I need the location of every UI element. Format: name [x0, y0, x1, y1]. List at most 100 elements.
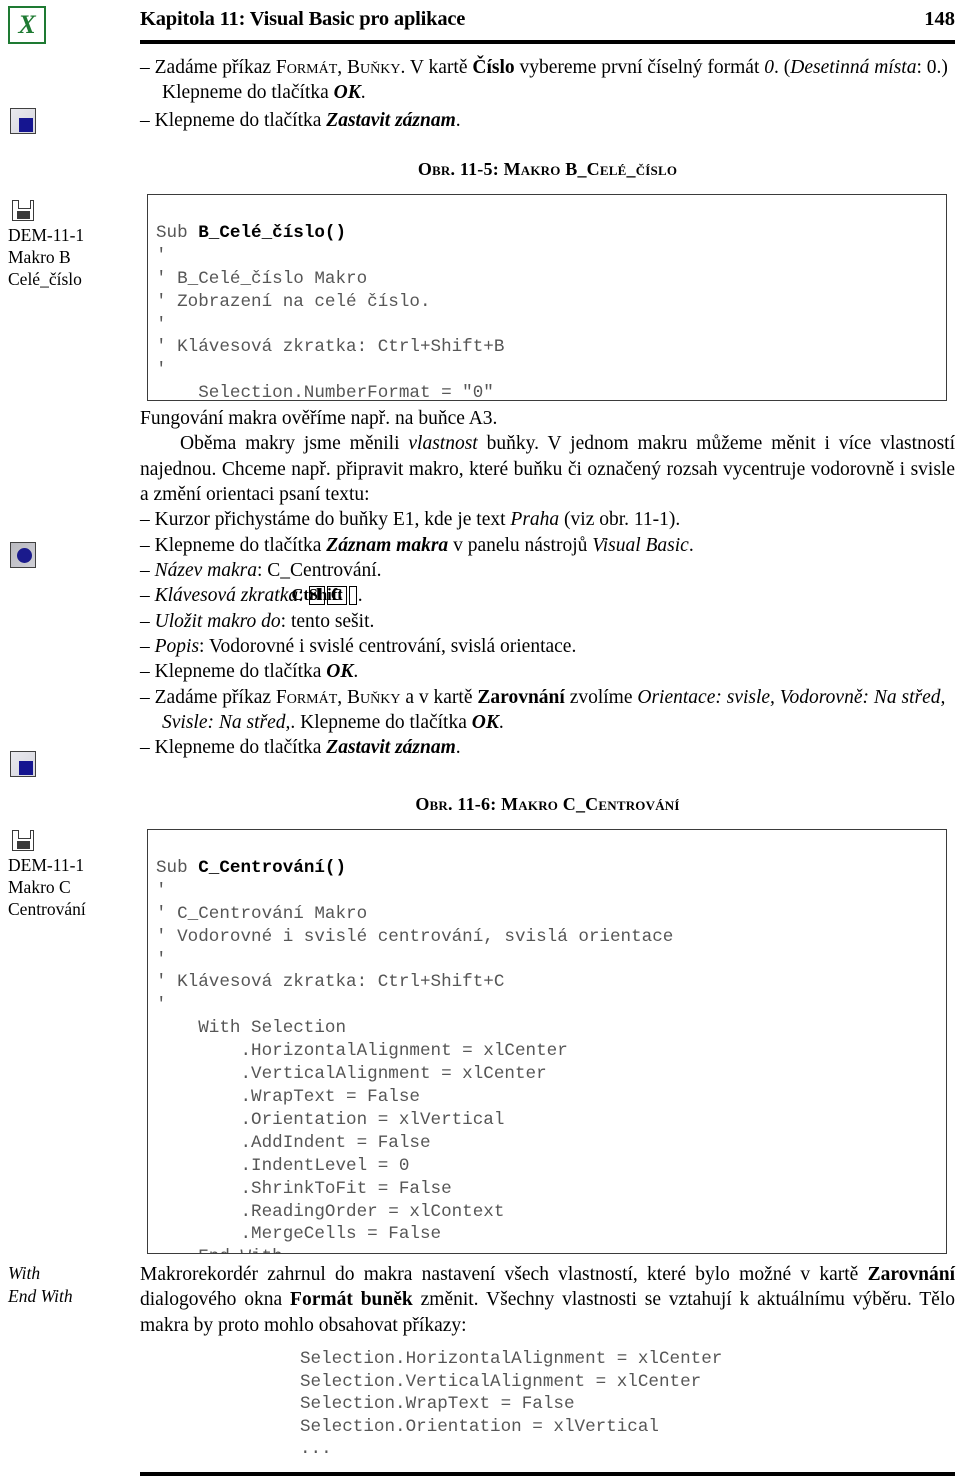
- stop-recording-button-ref: Zastavit záznam: [326, 737, 456, 759]
- header-divider: [140, 40, 955, 44]
- bullet-text: : tento sešit.: [280, 610, 375, 632]
- menu-format: Formát: [275, 686, 338, 708]
- record-macro-icon: [10, 542, 36, 568]
- code-sub-name: B_Celé_číslo(): [198, 222, 347, 243]
- figure-caption-11-5: Obr. 11-5: Makro B_Celé_číslo: [417, 159, 678, 179]
- format-value: 0: [764, 57, 774, 78]
- bullet-text: vybereme první číselný formát: [514, 57, 765, 78]
- key-c: C: [331, 586, 357, 606]
- bullet-text: – Zadáme příkaz: [140, 686, 276, 708]
- bullet-shortcut: – Klávesová zkratka: CtrlShiftC.: [140, 583, 955, 608]
- page-title: Kapitola 11: Visual Basic pro aplikace: [140, 8, 466, 30]
- code-sub-name: C_Centrování(): [198, 857, 347, 878]
- bullet-text: ,: [337, 57, 348, 78]
- document-page: Kapitola 11: Visual Basic pro aplikace 1…: [0, 0, 960, 1484]
- tab-cislo: Číslo: [472, 57, 515, 78]
- bullet-text: .: [455, 737, 461, 759]
- bullet-stop-recording: – Klepneme do tlačítka Zastavit záznam.: [140, 108, 955, 133]
- stop-recording-button-ref: Zastavit záznam: [326, 109, 456, 131]
- bullet-text: –: [140, 585, 155, 607]
- bullet-text: –: [140, 636, 155, 658]
- stop-recording-icon-2: [10, 751, 36, 777]
- bullet-text: – Kurzor přichystáme do buňky E1, kde je…: [140, 509, 511, 531]
- save-floppy-icon: [12, 200, 34, 221]
- bullet-text: . V kartě: [400, 57, 473, 78]
- menu-format: Formát: [275, 57, 338, 78]
- margin-note-with: With End With: [8, 1263, 73, 1307]
- code-body: ' ' C_Centrování Makro ' Vodorovné i svi…: [156, 880, 674, 1253]
- ok-button-ref: OK: [326, 661, 354, 683]
- bullet-text: ,: [337, 686, 348, 708]
- tab-zarovnani: Zarovnání: [477, 686, 565, 708]
- stop-recording-icon: [10, 108, 36, 134]
- para-text: dialogového okna: [140, 1289, 291, 1311]
- save-floppy-icon-2: [12, 830, 34, 851]
- bullet-format-cells: – Zadáme příkaz Formát, Buňky. V kartě Č…: [140, 55, 955, 106]
- code-sample-selection: Selection.HorizontalAlignment = xlCenter…: [300, 1349, 723, 1460]
- bullet-stop-recording-2: – Klepneme do tlačítka Zastavit záznam.: [140, 735, 955, 760]
- menu-cells: Buňky: [347, 686, 401, 708]
- para-text: Oběma makry jsme měnili: [180, 433, 409, 455]
- field-nazev-makra: Název makra: [154, 560, 257, 582]
- page-number: 148: [924, 8, 955, 30]
- ok-button-ref: OK: [471, 712, 499, 734]
- record-macro-button-ref: Záznam makra: [326, 534, 449, 556]
- top-bullet-list: – Zadáme příkaz Formát, Buňky. V kartě Č…: [140, 55, 955, 133]
- bullet-text: – Zadáme příkaz: [140, 57, 276, 78]
- bullet-text: – Klepneme do tlačítka: [140, 661, 327, 683]
- bullet-text: – Klepneme do tlačítka: [140, 534, 327, 556]
- code-keyword-sub: Sub: [156, 857, 199, 878]
- excel-logo-icon: X: [8, 6, 46, 44]
- dialog-format-cells: Formát buněk: [290, 1289, 413, 1311]
- code-keyword-sub: Sub: [156, 222, 199, 243]
- bullet-text: – Klepneme do tlačítka: [140, 737, 327, 759]
- bullet-format-alignment: – Zadáme příkaz Formát, Buňky a v kartě …: [140, 685, 955, 736]
- para-both-macros: Oběma makry jsme měnili vlastnost buňky.…: [140, 431, 955, 507]
- field-popis: Popis: [154, 636, 200, 658]
- para-text: Makrorekordér zahrnul do makra nastavení…: [140, 1264, 868, 1285]
- figure-caption-11-6: Obr. 11-6: Makro C_Centrování: [415, 794, 680, 814]
- code-block-makro-c: Sub C_Centrování() ' ' C_Centrování Makr…: [147, 829, 947, 1254]
- bullet-text: . Klepneme do tlačítka: [290, 712, 472, 734]
- bullet-text: .: [353, 661, 359, 683]
- field-klavesova-zkratka: Klávesová zkratka: [154, 585, 299, 607]
- bullet-description: – Popis: Vodorovné i svislé centrování, …: [140, 634, 955, 659]
- bullet-text: –: [140, 610, 155, 632]
- bullet-text: .: [455, 109, 461, 131]
- bullet-cursor-e1: – Kurzor přichystáme do buňky E1, kde je…: [140, 507, 955, 532]
- bullet-text: .: [498, 712, 504, 734]
- bullet-text: .: [688, 534, 694, 556]
- bullet-text: : C_Centrování.: [256, 560, 382, 582]
- bullet-text: zvolíme: [564, 686, 638, 708]
- bullet-text: .: [360, 82, 366, 104]
- bullet-text: –: [140, 560, 155, 582]
- code-body: ' ' B_Celé_číslo Makro ' Zobrazení na ce…: [156, 245, 505, 401]
- para-verify-macro: Fungování makra ověříme např. na buňce A…: [140, 408, 498, 429]
- page-header: Kapitola 11: Visual Basic pro aplikace 1…: [140, 8, 955, 31]
- bullet-record-macro: – Klepneme do tlačítka Záznam makra v pa…: [140, 533, 955, 558]
- bullet-click-ok: – Klepneme do tlačítka OK.: [140, 659, 955, 684]
- tab-zarovnani: Zarovnání: [867, 1264, 955, 1285]
- bottom-text-section: Makrorekordér zahrnul do makra nastavení…: [140, 1262, 955, 1338]
- cell-text-praha: Praha: [510, 509, 560, 531]
- para-macrorecorder: Makrorekordér zahrnul do makra nastavení…: [140, 1262, 955, 1338]
- bullet-text: . (: [774, 57, 791, 78]
- bullet-text: v panelu nástrojů: [448, 534, 593, 556]
- bullet-text: .: [357, 585, 363, 607]
- ok-button-ref: OK: [333, 82, 361, 104]
- bullet-text: a v kartě: [400, 686, 478, 708]
- margin-note-makro-b: DEM-11-1 Makro B Celé_číslo: [8, 225, 85, 290]
- margin-note-makro-c: DEM-11-1 Makro C Centrování: [8, 855, 86, 920]
- bullet-store-macro: – Uložit makro do: tento sešit.: [140, 609, 955, 634]
- bullet-text: : Vodorovné i svislé centrování, svislá …: [199, 636, 577, 658]
- bullet-macro-name: – Název makra: C_Centrování.: [140, 558, 955, 583]
- emph-vlastnost: vlastnost: [408, 433, 478, 455]
- middle-text-section: Fungování makra ověříme např. na buňce A…: [140, 406, 955, 761]
- code-block-makro-b: Sub B_Celé_číslo() ' ' B_Celé_číslo Makr…: [147, 194, 947, 401]
- toolbar-visual-basic: Visual Basic: [592, 534, 689, 556]
- bullet-text: – Klepneme do tlačítka: [140, 109, 327, 131]
- option-decimal-places: Desetinná místa: [790, 57, 917, 78]
- field-ulozit-makro-do: Uložit makro do: [154, 610, 281, 632]
- footer-divider: [140, 1472, 955, 1476]
- bullet-text: (viz obr. 11-1).: [559, 509, 681, 531]
